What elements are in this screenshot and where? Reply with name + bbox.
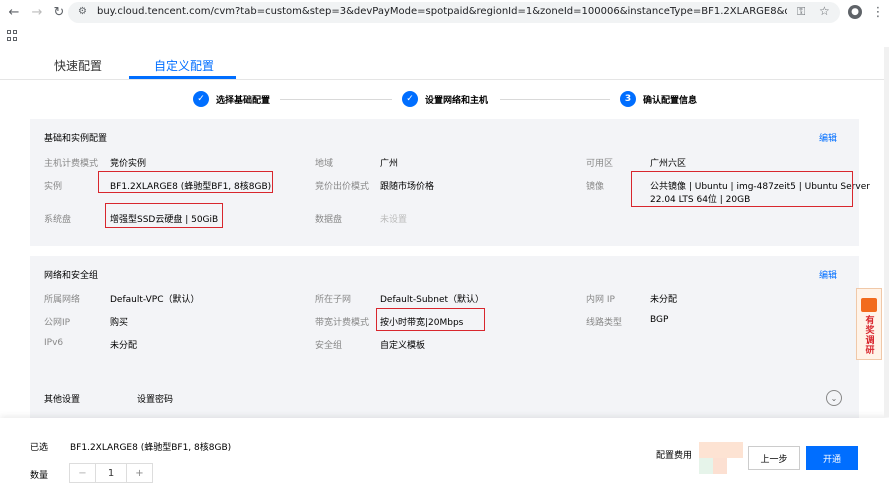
bookmarks-bar	[0, 25, 889, 47]
gift-icon	[861, 298, 877, 312]
bandwidth-highlight-box	[376, 308, 485, 331]
survey-promo-text: 有奖调研	[863, 315, 874, 355]
active-tab-indicator	[129, 76, 236, 79]
bid-mode-value: 跟随市场价格	[380, 182, 435, 192]
chevron-down-icon[interactable]: ⌄	[826, 390, 842, 406]
security-group-value: 自定义模板	[380, 341, 426, 351]
subnet-label: 所在子网	[315, 295, 352, 305]
decrease-button[interactable]: −	[70, 464, 96, 482]
subnet-value: Default-Subnet（默认）	[380, 295, 485, 305]
public-ip-label: 公网IP	[44, 318, 71, 328]
network-edit-link[interactable]: 编辑	[819, 268, 837, 281]
public-ip-value: 购买	[110, 318, 129, 328]
step-1-label: 选择基础配置	[216, 96, 271, 106]
vpc-value: Default-VPC（默认）	[110, 295, 200, 305]
survey-promo-tab[interactable]: 有奖调研	[856, 288, 882, 360]
instance-highlight-box	[98, 171, 273, 193]
step-1-check-icon: ✓	[193, 91, 209, 107]
address-bar[interactable]: ⚙ buy.cloud.tencent.com/cvm?tab=custom&s…	[68, 2, 840, 23]
step-3-label: 确认配置信息	[643, 96, 698, 106]
region-value: 广州	[380, 159, 399, 169]
billing-mode-label: 主机计费模式	[44, 159, 99, 169]
price-mosaic	[699, 442, 743, 474]
forward-icon[interactable]: →	[29, 4, 45, 20]
step-connector	[500, 99, 610, 100]
basic-edit-link[interactable]: 编辑	[819, 131, 837, 144]
other-settings-panel[interactable]: 其他设置 设置密码 ⌄	[30, 379, 859, 419]
ipv6-value: 未分配	[110, 341, 138, 351]
menu-icon[interactable]: ⋮	[870, 4, 886, 20]
url-text: buy.cloud.tencent.com/cvm?tab=custom&ste…	[97, 6, 787, 17]
reload-icon[interactable]: ↻	[51, 4, 67, 20]
step-2-check-icon: ✓	[402, 91, 418, 107]
key-icon[interactable]: ⚿	[797, 5, 805, 19]
private-ip-value: 未分配	[650, 295, 678, 305]
step-indicator: ✓ 选择基础配置 ✓ 设置网络和主机 3 确认配置信息	[0, 85, 889, 113]
browser-toolbar: ← → ↻ ⚙ buy.cloud.tencent.com/cvm?tab=cu…	[0, 0, 889, 25]
zone-value: 广州六区	[650, 159, 687, 169]
image-label: 镜像	[586, 182, 605, 192]
back-icon[interactable]: ←	[6, 4, 22, 20]
order-footer: 已选 BF1.2XLARGE8 (蜂驰型BF1, 8核8GB) 数量 − 1 +…	[0, 418, 889, 497]
system-disk-label: 系统盘	[44, 215, 72, 225]
line-type-label: 线路类型	[586, 318, 623, 328]
launch-button[interactable]: 开通	[806, 446, 858, 470]
other-settings-title: 其他设置	[44, 395, 81, 405]
instance-label: 实例	[44, 182, 63, 192]
quantity-label: 数量	[30, 471, 49, 481]
security-group-label: 安全组	[315, 341, 343, 351]
config-fee-label: 配置费用	[656, 451, 693, 461]
network-config-title: 网络和安全组	[44, 271, 99, 281]
step-3-number: 3	[620, 91, 636, 107]
private-ip-label: 内网 IP	[586, 295, 615, 305]
bid-mode-label: 竞价出价模式	[315, 182, 370, 192]
set-password-label: 设置密码	[137, 395, 174, 405]
apps-grid-icon[interactable]	[7, 30, 18, 41]
previous-step-button[interactable]: 上一步	[748, 446, 800, 470]
data-disk-value: 未设置	[380, 215, 408, 225]
step-connector	[280, 99, 392, 100]
basic-config-title: 基础和实例配置	[44, 134, 108, 144]
profile-icon[interactable]: ●	[848, 5, 862, 19]
quantity-input[interactable]: 1	[96, 464, 126, 482]
bandwidth-billing-label: 带宽计费模式	[315, 318, 370, 328]
image-highlight-box	[631, 171, 853, 207]
config-tabs: 快速配置 自定义配置	[0, 47, 889, 80]
increase-button[interactable]: +	[126, 464, 152, 482]
selected-label: 已选	[30, 443, 49, 453]
bookmark-star-icon[interactable]: ☆	[819, 4, 830, 18]
tab-custom-config[interactable]: 自定义配置	[154, 57, 214, 74]
vpc-label: 所属网络	[44, 295, 81, 305]
quantity-stepper: − 1 +	[69, 463, 153, 483]
page-scrollbar[interactable]	[884, 47, 889, 417]
site-info-icon[interactable]: ⚙	[78, 6, 87, 17]
selected-instance-value: BF1.2XLARGE8 (蜂驰型BF1, 8核8GB)	[70, 443, 232, 453]
zone-label: 可用区	[586, 159, 614, 169]
tab-quick-config[interactable]: 快速配置	[54, 57, 102, 74]
line-type-value: BGP	[650, 315, 669, 325]
region-label: 地域	[315, 159, 334, 169]
billing-mode-value: 竞价实例	[110, 159, 147, 169]
ipv6-label: IPv6	[44, 338, 64, 348]
step-2-label: 设置网络和主机	[425, 96, 489, 106]
data-disk-label: 数据盘	[315, 215, 343, 225]
page-content: 快速配置 自定义配置 ✓ 选择基础配置 ✓ 设置网络和主机 3 确认配置信息 基…	[0, 47, 889, 497]
basic-config-panel: 基础和实例配置 编辑 主机计费模式 竞价实例 地域 广州 可用区 广州六区 实例…	[30, 119, 870, 246]
system-disk-highlight-box	[105, 203, 223, 228]
